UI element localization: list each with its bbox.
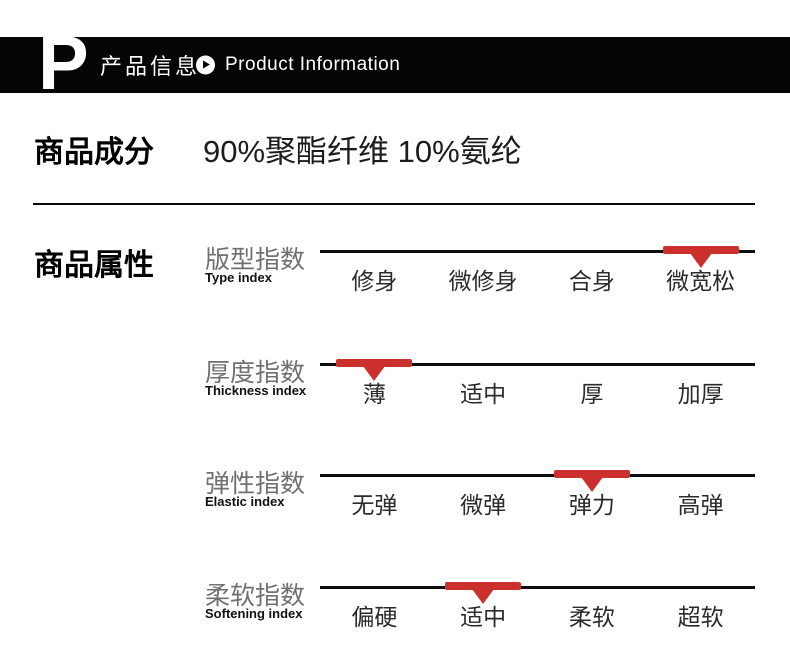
scale-option: 薄 <box>320 379 429 409</box>
composition-value: 90%聚酯纤维 10%氨纶 <box>203 126 522 171</box>
scale-option: 适中 <box>429 602 538 632</box>
scale-option: 加厚 <box>646 379 755 409</box>
attribute-row: 版型指数 Type index 修身微修身合身微宽松 <box>0 244 790 314</box>
header-title-cn: 产品信息 <box>100 49 200 81</box>
attribute-row: 弹性指数 Elastic index 无弹微弹弹力高弹 <box>0 468 790 538</box>
attribute-scale: 薄适中厚加厚 <box>320 357 755 427</box>
scale-option: 修身 <box>320 266 429 296</box>
scale-option: 适中 <box>429 379 538 409</box>
composition-label: 商品成分 <box>34 127 154 171</box>
attribute-scale: 无弹微弹弹力高弹 <box>320 468 755 538</box>
scale-option: 柔软 <box>538 602 647 632</box>
scale-option: 高弹 <box>646 490 755 520</box>
scale-line <box>320 586 755 589</box>
attribute-scale: 修身微修身合身微宽松 <box>320 244 755 314</box>
header-title-en: Product Information <box>225 54 400 76</box>
section-divider <box>33 203 755 205</box>
scale-option: 微修身 <box>429 266 538 296</box>
scale-option: 合身 <box>538 266 647 296</box>
scale-option: 微弹 <box>429 490 538 520</box>
attribute-row: 厚度指数 Thickness index 薄适中厚加厚 <box>0 357 790 427</box>
attribute-label-en: Softening index <box>205 606 303 621</box>
scale-options: 修身微修身合身微宽松 <box>320 266 755 296</box>
play-icon <box>196 56 215 75</box>
attribute-label-en: Type index <box>205 270 272 285</box>
header-bar: P 产品信息 Product Information <box>0 37 790 93</box>
scale-option: 厚 <box>538 379 647 409</box>
product-information-page: P 产品信息 Product Information 商品成分 90%聚酯纤维 … <box>0 0 790 663</box>
scale-option: 偏硬 <box>320 602 429 632</box>
scale-option: 超软 <box>646 602 755 632</box>
scale-options: 偏硬适中柔软超软 <box>320 602 755 632</box>
scale-option: 微宽松 <box>646 266 755 296</box>
scale-options: 无弹微弹弹力高弹 <box>320 490 755 520</box>
scale-option: 弹力 <box>538 490 647 520</box>
attribute-scale: 偏硬适中柔软超软 <box>320 580 755 650</box>
scale-options: 薄适中厚加厚 <box>320 379 755 409</box>
scale-option: 无弹 <box>320 490 429 520</box>
attribute-label-en: Elastic index <box>205 494 284 509</box>
brand-letter: P <box>38 37 89 93</box>
attribute-row: 柔软指数 Softening index 偏硬适中柔软超软 <box>0 580 790 650</box>
attribute-label-en: Thickness index <box>205 383 306 398</box>
scale-line <box>320 474 755 477</box>
